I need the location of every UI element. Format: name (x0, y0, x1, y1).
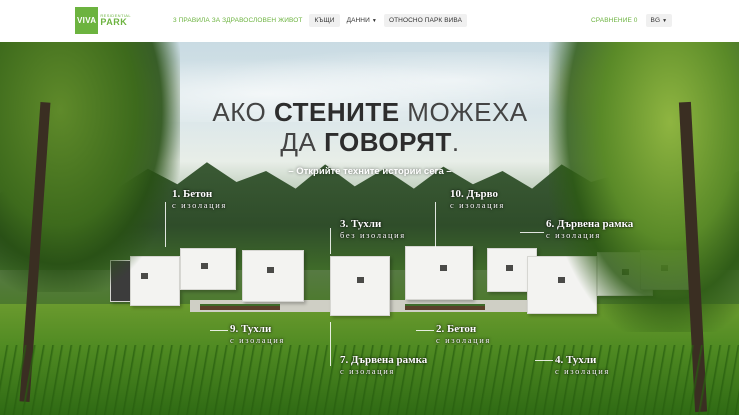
pointer-line (416, 330, 434, 331)
house-label-10[interactable]: 10. Дърво с изолация (450, 188, 505, 210)
garden-bed (405, 304, 485, 310)
house-label-7[interactable]: 7. Дървена рамка с изолация (340, 354, 427, 376)
nav-item-data[interactable]: ДАННИ ▼ (342, 14, 382, 27)
house-center[interactable] (330, 256, 390, 316)
hero-headline: АКО СТЕНИТЕ МОЖЕХА ДА ГОВОРЯТ. (150, 97, 590, 157)
nav-item-houses[interactable]: КЪЩИ (309, 13, 340, 27)
compare-link[interactable]: СРАВНЕНИЕ 0 (586, 14, 643, 27)
house-label-9[interactable]: 9. Тухли с изолация (230, 323, 285, 345)
headline-line-2: ДА ГОВОРЯТ. (280, 127, 460, 157)
headline-line-1: АКО СТЕНИТЕ МОЖЕХА (212, 97, 528, 127)
tree-foliage-right (549, 42, 739, 332)
house-label-1[interactable]: 1. Бетон с изолация (172, 188, 227, 210)
pointer-line (535, 360, 553, 361)
pointer-line (330, 322, 331, 366)
nav-item-about[interactable]: ОТНОСНО ПАРК ВИВА (383, 13, 468, 27)
chevron-down-icon: ▼ (371, 17, 377, 24)
language-selector[interactable]: BG ▼ (645, 13, 673, 27)
house[interactable] (242, 250, 304, 302)
viva-park-logo[interactable]: VIVA RESIDENTIAL PARK (75, 7, 131, 34)
logo-park-text: PARK (100, 17, 128, 27)
garden-bed (200, 304, 280, 310)
pointer-line (330, 228, 331, 254)
utility-menu: СРАВНЕНИЕ 0 BG ▼ (586, 12, 673, 28)
logo-viva-box: VIVA (75, 7, 99, 34)
logo-text: RESIDENTIAL PARK (100, 14, 131, 27)
language-label: BG (650, 16, 661, 24)
house-label-4[interactable]: 4. Тухли с изолация (555, 354, 610, 376)
nav-item-data-label: ДАННИ (346, 16, 370, 24)
nav-item-health-rules[interactable]: 3 ПРАВИЛА ЗА ЗДРАВОСЛОВЕН ЖИВОТ (168, 14, 307, 27)
pointer-line (435, 202, 436, 247)
hero-banner: АКО СТЕНИТЕ МОЖЕХА ДА ГОВОРЯТ. – Открийт… (0, 42, 739, 415)
main-menu: 3 ПРАВИЛА ЗА ЗДРАВОСЛОВЕН ЖИВОТ КЪЩИ ДАН… (168, 12, 468, 28)
tree-foliage-left (0, 42, 180, 292)
house-label-3[interactable]: 3. Тухли без изолация (340, 218, 406, 240)
house[interactable] (180, 248, 236, 290)
chevron-down-icon: ▼ (662, 17, 668, 24)
house[interactable] (405, 246, 473, 300)
hero-subheading: – Открийте техните истории сега – (288, 166, 452, 177)
house-label-2[interactable]: 2. Бетон с изолация (436, 323, 491, 345)
pointer-line (165, 202, 166, 247)
house-label-6[interactable]: 6. Дървена рамка с изолация (546, 218, 633, 240)
pointer-line (210, 330, 228, 331)
pointer-line (520, 232, 544, 233)
top-navigation-bar: VIVA RESIDENTIAL PARK 3 ПРАВИЛА ЗА ЗДРАВ… (0, 0, 739, 40)
